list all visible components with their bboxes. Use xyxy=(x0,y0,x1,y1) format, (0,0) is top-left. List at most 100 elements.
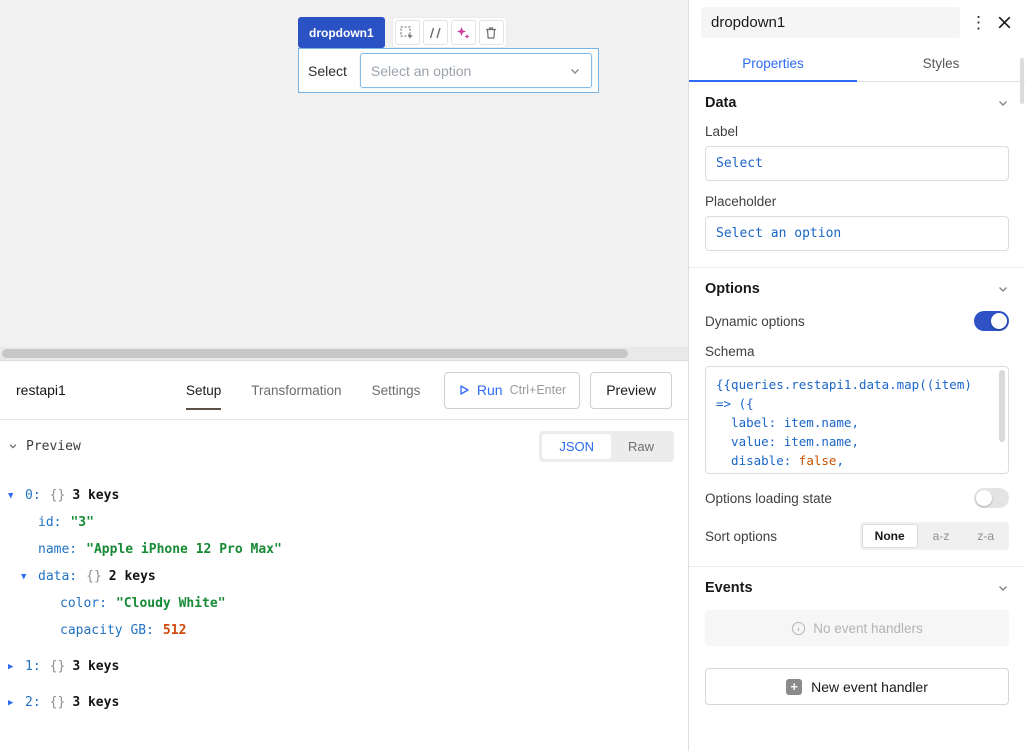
tree-row[interactable]: color: "Cloudy White" xyxy=(8,590,688,617)
preview-section-title: Preview xyxy=(26,439,81,454)
placeholder-input[interactable] xyxy=(705,216,1009,251)
code-boolean: false xyxy=(799,453,837,468)
widget-toolbar: dropdown1 xyxy=(298,17,507,48)
chevron-down-icon[interactable] xyxy=(997,283,1009,295)
widget-title-input[interactable]: dropdown1 xyxy=(701,7,960,38)
query-name[interactable]: restapi1 xyxy=(16,382,86,398)
close-icon xyxy=(996,14,1013,31)
tree-value: "3" xyxy=(70,515,93,530)
tab-properties[interactable]: Properties xyxy=(689,45,857,81)
label-input[interactable] xyxy=(705,146,1009,181)
widget-name-badge[interactable]: dropdown1 xyxy=(298,17,385,48)
ai-assist-button[interactable] xyxy=(451,20,476,45)
dropdown-widget[interactable]: Select Select an option xyxy=(298,48,599,93)
section-options-header[interactable]: Options xyxy=(705,281,1009,297)
section-data: Data Label Placeholder xyxy=(689,82,1025,267)
delete-widget-button[interactable] xyxy=(479,20,504,45)
tree-meta: 3 keys xyxy=(72,659,119,674)
sort-za-option[interactable]: z-a xyxy=(964,524,1007,548)
tab-transformation[interactable]: Transformation xyxy=(251,383,341,398)
tree-meta: 3 keys xyxy=(72,488,119,503)
collapse-arrow-icon[interactable]: ▼ xyxy=(8,491,25,501)
vertical-scrollbar[interactable] xyxy=(1020,58,1024,104)
dynamic-options-toggle[interactable] xyxy=(974,311,1009,331)
chevron-down-icon[interactable] xyxy=(997,97,1009,109)
tab-styles[interactable]: Styles xyxy=(857,45,1025,81)
tree-row[interactable]: ▼ data: {} 2 keys xyxy=(8,563,688,590)
run-label: Run xyxy=(477,382,503,398)
tree-brace: {} xyxy=(50,488,66,503)
tree-key: name: xyxy=(38,542,77,557)
binding-button[interactable] xyxy=(423,20,448,45)
tab-settings[interactable]: Settings xyxy=(372,383,421,398)
tree-key: id: xyxy=(38,515,61,530)
scrollbar-thumb[interactable] xyxy=(2,349,628,358)
code-text: value: item.name, xyxy=(716,434,859,449)
tree-row[interactable]: ▼ 0: {} 3 keys xyxy=(8,482,688,509)
tree-key: 0: xyxy=(25,488,41,503)
tree-value: 512 xyxy=(163,623,186,638)
section-title: Events xyxy=(705,580,753,596)
select-parent-icon xyxy=(399,25,415,41)
tree-brace: {} xyxy=(86,569,102,584)
collapse-section-button[interactable] xyxy=(8,441,18,451)
sort-none-option[interactable]: None xyxy=(862,524,918,548)
kebab-menu-icon[interactable]: ⋮ xyxy=(970,14,984,31)
inspector-tabs: Properties Styles xyxy=(689,45,1025,82)
label-field-label: Label xyxy=(705,124,1009,139)
tree-key: 2: xyxy=(25,695,41,710)
tree-row[interactable]: ▶ 1: {} 3 keys xyxy=(8,653,688,680)
response-format-switch: JSON Raw xyxy=(539,431,674,462)
sort-options-row: Sort options None a-z z-a xyxy=(705,522,1009,550)
format-json-option[interactable]: JSON xyxy=(542,434,611,459)
tree-brace: {} xyxy=(50,659,66,674)
play-icon xyxy=(458,384,470,396)
collapse-arrow-icon[interactable]: ▼ xyxy=(21,572,38,582)
tree-meta: 3 keys xyxy=(72,695,119,710)
horizontal-scrollbar[interactable] xyxy=(0,347,688,360)
schema-field-label: Schema xyxy=(705,344,1009,359)
tree-row[interactable]: name: "Apple iPhone 12 Pro Max" xyxy=(8,536,688,563)
code-text: => ({ xyxy=(716,396,754,411)
new-event-handler-button[interactable]: + New event handler xyxy=(705,668,1009,705)
ai-sparkle-icon xyxy=(455,25,471,41)
format-raw-option[interactable]: Raw xyxy=(611,434,671,459)
code-line: label: item.name, xyxy=(716,413,994,432)
json-tree: ▼ 0: {} 3 keys id: "3" name: "Apple iPho… xyxy=(0,472,688,716)
options-loading-toggle[interactable] xyxy=(974,488,1009,508)
code-line: {{queries.restapi1.data.map((item) xyxy=(716,375,994,394)
tree-row[interactable]: id: "3" xyxy=(8,509,688,536)
select-control[interactable]: Select an option xyxy=(360,53,592,88)
dynamic-options-label: Dynamic options xyxy=(705,314,805,329)
no-event-handlers-text: No event handlers xyxy=(813,621,923,636)
close-button[interactable] xyxy=(994,12,1015,33)
query-actions: Run Ctrl+Enter Preview xyxy=(444,372,672,409)
code-text: disable: xyxy=(716,453,799,468)
code-line: visible: true xyxy=(716,470,994,474)
select-parent-button[interactable] xyxy=(395,20,420,45)
tree-row[interactable]: capacity GB: 512 xyxy=(8,617,688,644)
code-editor-scrollbar[interactable] xyxy=(999,370,1005,442)
section-data-header[interactable]: Data xyxy=(705,95,1009,111)
schema-code-editor[interactable]: {{queries.restapi1.data.map((item) => ({… xyxy=(705,366,1009,474)
placeholder-field-label: Placeholder xyxy=(705,194,1009,209)
section-options: Options Dynamic options Schema {{queries… xyxy=(689,268,1025,566)
code-text: label: item.name, xyxy=(716,415,859,430)
run-shortcut: Ctrl+Enter xyxy=(510,383,567,397)
expand-arrow-icon[interactable]: ▶ xyxy=(8,698,25,708)
section-events-header[interactable]: Events xyxy=(705,580,1009,596)
preview-button[interactable]: Preview xyxy=(590,372,672,409)
chevron-down-icon[interactable] xyxy=(997,582,1009,594)
tree-value: "Cloudy White" xyxy=(116,596,226,611)
canvas[interactable]: dropdown1 Select xyxy=(0,0,688,360)
options-loading-row: Options loading state xyxy=(705,488,1009,508)
sort-az-option[interactable]: a-z xyxy=(920,524,963,548)
tree-brace: {} xyxy=(50,695,66,710)
info-icon xyxy=(791,621,806,636)
run-button[interactable]: Run Ctrl+Enter xyxy=(444,372,580,409)
editor-left-pane: dropdown1 Select xyxy=(0,0,688,751)
query-header: restapi1 Setup Transformation Settings R… xyxy=(0,361,688,420)
tab-setup[interactable]: Setup xyxy=(186,383,221,398)
expand-arrow-icon[interactable]: ▶ xyxy=(8,662,25,672)
tree-row[interactable]: ▶ 2: {} 3 keys xyxy=(8,689,688,716)
